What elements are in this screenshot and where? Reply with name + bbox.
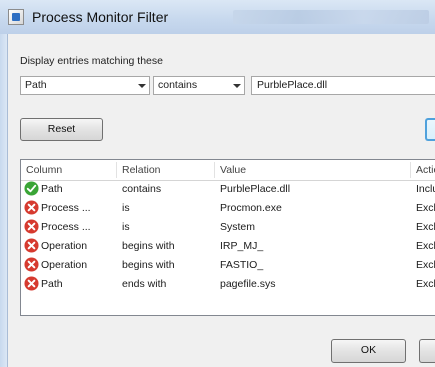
cell-column: Process ... xyxy=(41,221,91,233)
cell-relation: begins with xyxy=(122,259,175,271)
table-row[interactable]: Process ... is System Exclu xyxy=(21,218,435,236)
table-row[interactable]: Process ... is Procmon.exe Exclu xyxy=(21,199,435,217)
cell-action: Exclu xyxy=(416,240,435,252)
add-button[interactable] xyxy=(425,118,435,141)
table-row[interactable]: Path contains PurblePlace.dll Includ xyxy=(21,180,435,198)
cell-value: IRP_MJ_ xyxy=(220,240,264,252)
cell-relation: ends with xyxy=(122,278,167,290)
cell-relation: contains xyxy=(122,183,162,195)
cell-value: PurblePlace.dll xyxy=(220,183,291,195)
cell-column: Path xyxy=(41,278,63,290)
x-red-icon xyxy=(24,238,39,253)
cell-action: Exclu xyxy=(416,202,435,214)
window-left-border xyxy=(0,34,8,367)
cell-column: Operation xyxy=(41,240,88,252)
value-input-text: PurblePlace.dll xyxy=(257,79,328,91)
cell-relation: is xyxy=(122,202,130,214)
cell-value: FASTIO_ xyxy=(220,259,264,271)
column-header-relation[interactable]: Relation xyxy=(117,160,214,180)
x-red-icon xyxy=(24,276,39,291)
process-monitor-app-icon xyxy=(8,9,24,25)
chevron-down-icon xyxy=(233,84,241,88)
cell-value: Procmon.exe xyxy=(220,202,282,214)
chevron-down-icon xyxy=(138,84,146,88)
table-row[interactable]: Operation begins with IRP_MJ_ Exclu xyxy=(21,237,435,255)
cell-column: Path xyxy=(41,183,63,195)
cancel-button[interactable] xyxy=(419,339,435,363)
x-red-icon xyxy=(24,219,39,234)
table-row[interactable]: Operation begins with FASTIO_ Exclu xyxy=(21,256,435,274)
cell-action: Exclu xyxy=(416,278,435,290)
ok-button[interactable]: OK xyxy=(331,339,406,363)
filter-label: Display entries matching these xyxy=(20,55,163,67)
cell-action: Exclu xyxy=(416,259,435,271)
x-red-icon xyxy=(24,257,39,272)
column-header-action[interactable]: Action xyxy=(411,160,435,180)
column-header-column[interactable]: Column xyxy=(21,160,116,180)
checkmark-green-icon xyxy=(24,181,39,196)
list-header: Column Relation Value Action xyxy=(21,160,435,181)
column-dropdown-value: Path xyxy=(25,79,47,91)
cell-column: Operation xyxy=(41,259,88,271)
cell-value: System xyxy=(220,221,256,233)
cell-relation: is xyxy=(122,221,130,233)
cell-value: pagefile.sys xyxy=(220,278,276,290)
cell-column: Process ... xyxy=(41,202,91,214)
value-input[interactable]: PurblePlace.dll xyxy=(251,76,435,95)
column-dropdown[interactable]: Path xyxy=(20,76,150,95)
window-title: Process Monitor Filter xyxy=(32,9,169,25)
cell-action: Exclu xyxy=(416,221,435,233)
title-bar[interactable]: Process Monitor Filter xyxy=(0,0,435,35)
column-header-value[interactable]: Value xyxy=(215,160,365,180)
table-row[interactable]: Path ends with pagefile.sys Exclu xyxy=(21,275,435,293)
relation-dropdown-value: contains xyxy=(158,79,198,91)
x-red-icon xyxy=(24,200,39,215)
relation-dropdown[interactable]: contains xyxy=(153,76,245,95)
reset-button[interactable]: Reset xyxy=(20,118,103,141)
blurred-background-window xyxy=(233,10,429,24)
cell-action: Includ xyxy=(416,183,435,195)
filter-list[interactable]: Column Relation Value Action Path contai… xyxy=(20,159,435,316)
cell-relation: begins with xyxy=(122,240,175,252)
